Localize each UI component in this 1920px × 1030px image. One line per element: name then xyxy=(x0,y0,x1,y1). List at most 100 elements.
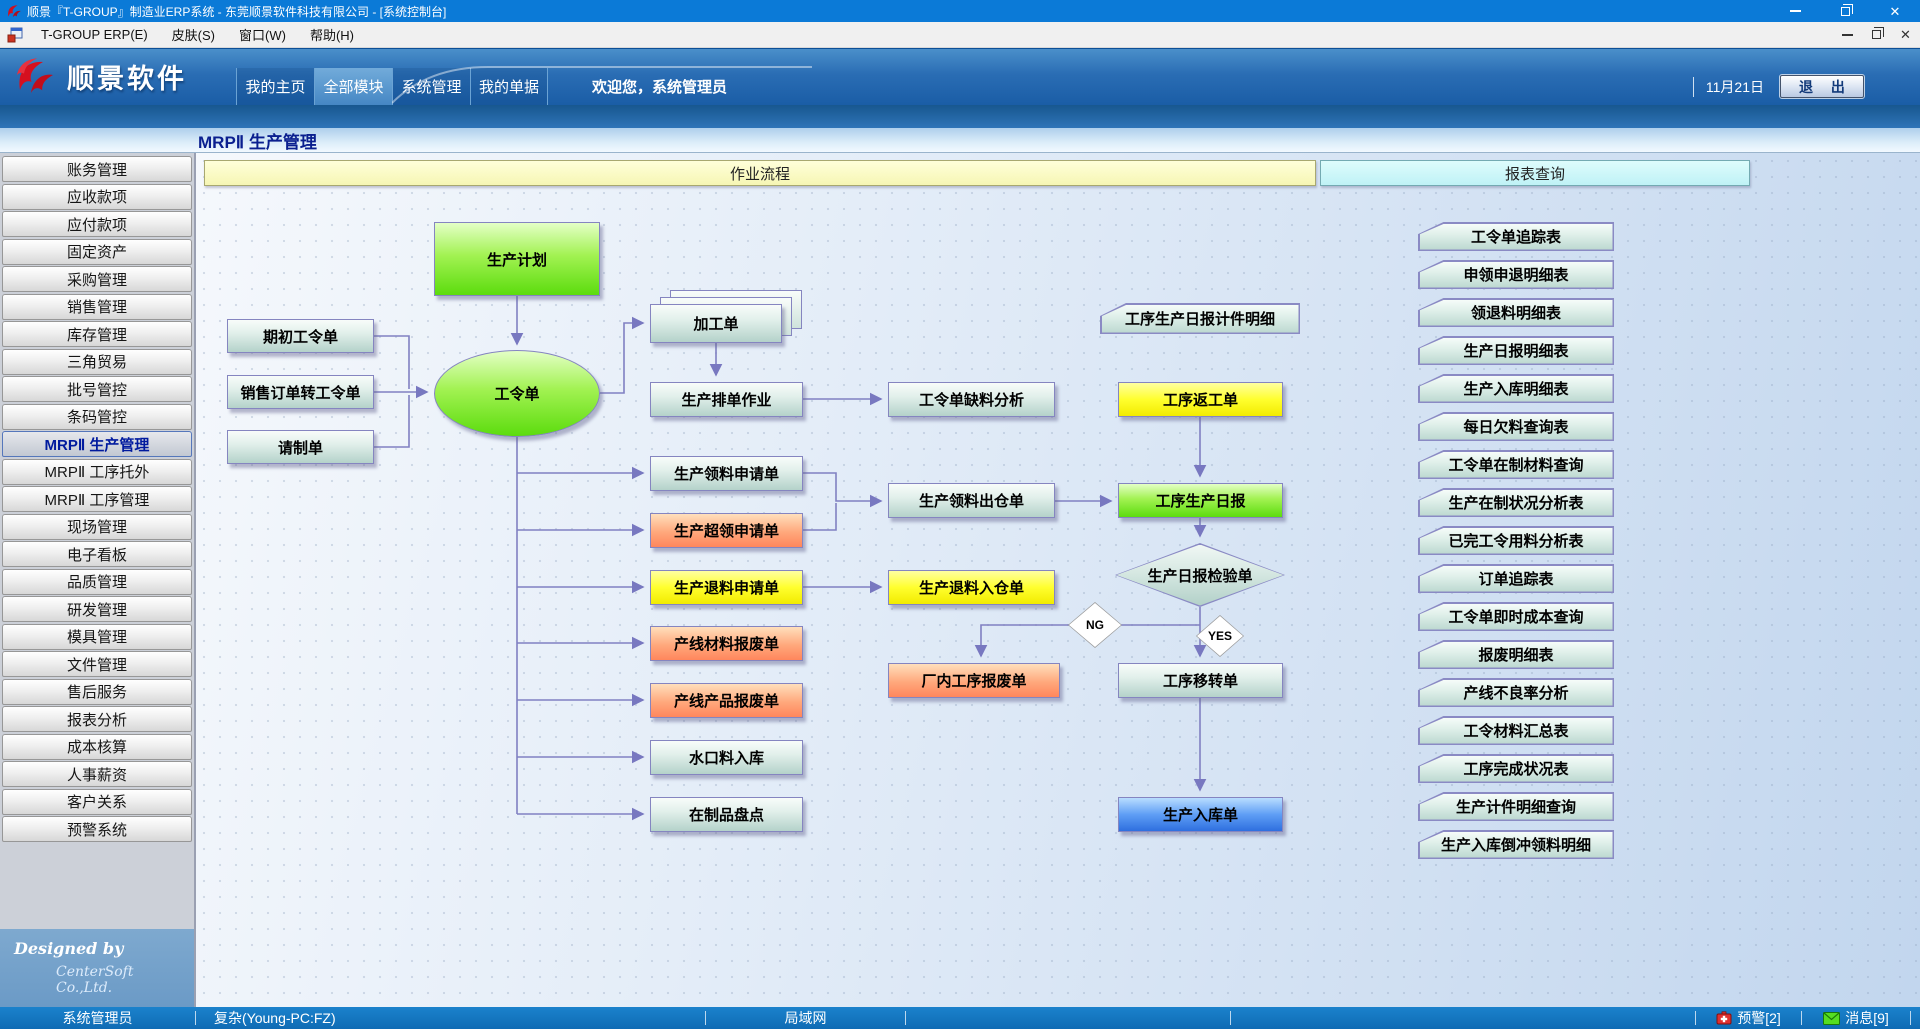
decision-yes-label: YES xyxy=(1196,615,1244,657)
designed-by-panel: Designed by CenterSoft Co.,Ltd. xyxy=(0,929,194,1007)
sidebar-item-mold[interactable]: 模具管理 xyxy=(2,624,192,650)
mdi-minimize-icon[interactable] xyxy=(1833,34,1862,36)
tab-my-home[interactable]: 我的主页 xyxy=(236,68,314,105)
sidebar-item-shopfloor[interactable]: 现场管理 xyxy=(2,514,192,540)
report-wo-realtime-cost-query[interactable]: 工令单即时成本查询 xyxy=(1418,602,1614,631)
report-warehouse-in-detail[interactable]: 生产入库明细表 xyxy=(1418,374,1614,403)
flow-node-line-product-scrap[interactable]: 产线产品报废单 xyxy=(650,683,803,718)
mdi-form-icon xyxy=(7,27,23,43)
sidebar-item-rnd[interactable]: 研发管理 xyxy=(2,596,192,622)
flow-node-sales-order-to-work-order[interactable]: 销售订单转工令单 xyxy=(227,375,374,409)
status-messages[interactable]: 消息[9] xyxy=(1802,1007,1910,1029)
flow-node-return-receipt[interactable]: 生产退料入仓单 xyxy=(888,570,1055,605)
menu-bar: T-GROUP ERP(E) 皮肤(S) 窗口(W) 帮助(H) ✕ xyxy=(0,22,1920,48)
flow-node-work-order[interactable]: 工令单 xyxy=(434,350,600,437)
mdi-restore-icon[interactable] xyxy=(1862,30,1891,39)
minimize-icon[interactable] xyxy=(1770,0,1820,22)
report-scrap-detail[interactable]: 报废明细表 xyxy=(1418,640,1614,669)
flow-node-daily-report-inspection[interactable]: 生产日报检验单 xyxy=(1115,543,1285,607)
flow-node-material-issue[interactable]: 生产领料出仓单 xyxy=(888,483,1055,518)
sidebar-item-barcode-control[interactable]: 条码管控 xyxy=(2,404,192,430)
tab-system-admin[interactable]: 系统管理 xyxy=(392,68,470,105)
menu-tgroup-erp[interactable]: T-GROUP ERP(E) xyxy=(29,22,160,47)
sidebar-item-sales[interactable]: 销售管理 xyxy=(2,294,192,320)
menu-window[interactable]: 窗口(W) xyxy=(227,22,298,47)
tab-all-modules[interactable]: 全部模块 xyxy=(314,68,392,105)
tab-my-documents[interactable]: 我的单据 xyxy=(470,68,548,105)
status-separator xyxy=(1910,1011,1911,1025)
sidebar-item-finance[interactable]: 账务管理 xyxy=(2,156,192,182)
report-line-defect-rate-analysis[interactable]: 产线不良率分析 xyxy=(1418,678,1614,707)
report-order-tracking[interactable]: 订单追踪表 xyxy=(1418,564,1614,593)
flow-node-over-requisition[interactable]: 生产超领申请单 xyxy=(650,513,803,548)
current-date: 11月21日 xyxy=(1693,77,1764,97)
header-lower-strip xyxy=(0,105,1920,128)
sidebar-item-crm[interactable]: 客户关系 xyxy=(2,789,192,815)
report-backflush-material-detail[interactable]: 生产入库倒冲领料明细 xyxy=(1418,830,1614,859)
flow-node-initial-work-order[interactable]: 期初工令单 xyxy=(227,319,374,353)
flow-node-return-requisition[interactable]: 生产退料申请单 xyxy=(650,570,803,605)
report-wip-status-analysis[interactable]: 生产在制状况分析表 xyxy=(1418,488,1614,517)
flow-node-production-warehouse-in[interactable]: 生产入库单 xyxy=(1118,797,1283,832)
sidebar-item-report-analysis[interactable]: 报表分析 xyxy=(2,706,192,732)
sidebar-item-purchasing[interactable]: 采购管理 xyxy=(2,266,192,292)
report-work-order-tracking[interactable]: 工令单追踪表 xyxy=(1418,222,1614,251)
sidebar-item-documents[interactable]: 文件管理 xyxy=(2,651,192,677)
status-workstation: 复杂(Young-PC:FZ) xyxy=(196,1007,705,1029)
app-logo-icon xyxy=(6,3,22,19)
restore-icon[interactable] xyxy=(1820,0,1870,22)
flow-node-wip-stocktake[interactable]: 在制品盘点 xyxy=(650,797,803,832)
menu-skin[interactable]: 皮肤(S) xyxy=(160,22,227,47)
report-daily-production-detail[interactable]: 生产日报明细表 xyxy=(1418,336,1614,365)
sidebar-item-mrp2-production[interactable]: MRPⅡ 生产管理 xyxy=(2,431,192,457)
report-daily-shortage-query[interactable]: 每日欠料查询表 xyxy=(1418,412,1614,441)
flow-node-material-requisition[interactable]: 生产领料申请单 xyxy=(650,456,803,491)
sidebar-item-e-kanban[interactable]: 电子看板 xyxy=(2,541,192,567)
sidebar-item-after-sales[interactable]: 售后服务 xyxy=(2,679,192,705)
flow-node-rework-order[interactable]: 工序返工单 xyxy=(1118,382,1283,417)
flow-node-shortage-analysis[interactable]: 工令单缺料分析 xyxy=(888,382,1055,417)
report-wo-material-summary[interactable]: 工令材料汇总表 xyxy=(1418,716,1614,745)
flow-node-inplant-process-scrap[interactable]: 厂内工序报废单 xyxy=(888,663,1060,698)
flow-node-line-material-scrap[interactable]: 产线材料报废单 xyxy=(650,626,803,661)
sidebar-item-mrp2-outsourcing[interactable]: MRPⅡ 工序托外 xyxy=(2,459,192,485)
exit-button[interactable]: 退 出 xyxy=(1780,75,1864,98)
flow-node-production-plan[interactable]: 生产计划 xyxy=(434,222,600,296)
sidebar-item-costing[interactable]: 成本核算 xyxy=(2,734,192,760)
sidebar-item-mrp2-process[interactable]: MRPⅡ 工序管理 xyxy=(2,486,192,512)
sidebar-item-fixed-assets[interactable]: 固定资产 xyxy=(2,239,192,265)
sidebar-item-lot-control[interactable]: 批号管控 xyxy=(2,376,192,402)
mdi-close-icon[interactable]: ✕ xyxy=(1891,28,1920,41)
flow-node-scheduling[interactable]: 生产排单作业 xyxy=(650,382,803,417)
sidebar-item-hr-payroll[interactable]: 人事薪资 xyxy=(2,761,192,787)
report-piecework-detail-query[interactable]: 生产计件明细查询 xyxy=(1418,792,1614,821)
menu-help[interactable]: 帮助(H) xyxy=(298,22,366,47)
sidebar-spacer xyxy=(2,844,192,930)
sidebar-item-payables[interactable]: 应付款项 xyxy=(2,211,192,237)
close-icon[interactable]: ✕ xyxy=(1870,0,1920,22)
status-empty-cell xyxy=(1231,1007,1695,1029)
app-header: 顺景软件 我的主页 全部模块 系统管理 我的单据 欢迎您，系统管理员 11月21… xyxy=(0,48,1920,105)
flow-node-manufacture-request[interactable]: 请制单 xyxy=(227,430,374,464)
workflow-canvas: 作业流程 报表查询 xyxy=(196,153,1920,1007)
flow-node-process-order[interactable]: 加工单 xyxy=(650,304,782,343)
report-finished-wo-material-analysis[interactable]: 已完工令用料分析表 xyxy=(1418,526,1614,555)
report-req-return-detail[interactable]: 申领申退明细表 xyxy=(1418,260,1614,289)
sidebar-item-inventory[interactable]: 库存管理 xyxy=(2,321,192,347)
report-panel-header: 报表查询 xyxy=(1320,160,1750,186)
shunjing-logo-icon xyxy=(14,56,58,96)
flow-node-daily-piecework-detail[interactable]: 工序生产日报计件明细 xyxy=(1100,303,1300,334)
report-process-completion-status[interactable]: 工序完成状况表 xyxy=(1418,754,1614,783)
sidebar-item-alert-system[interactable]: 预警系统 xyxy=(2,816,192,842)
sidebar-item-receivables[interactable]: 应收款项 xyxy=(2,184,192,210)
flow-node-process-transfer[interactable]: 工序移转单 xyxy=(1118,663,1283,698)
sidebar-item-triangle-trade[interactable]: 三角贸易 xyxy=(2,349,192,375)
report-issue-return-detail[interactable]: 领退料明细表 xyxy=(1418,298,1614,327)
report-wip-material-query[interactable]: 工令单在制材料查询 xyxy=(1418,450,1614,479)
mail-message-icon xyxy=(1823,1012,1840,1025)
sidebar-item-quality[interactable]: 品质管理 xyxy=(2,569,192,595)
brand-name: 顺景软件 xyxy=(67,57,187,96)
status-alerts[interactable]: 预警[2] xyxy=(1696,1007,1801,1029)
flow-node-daily-production-report[interactable]: 工序生产日报 xyxy=(1118,483,1283,518)
flow-node-sprue-material-in[interactable]: 水口料入库 xyxy=(650,740,803,775)
